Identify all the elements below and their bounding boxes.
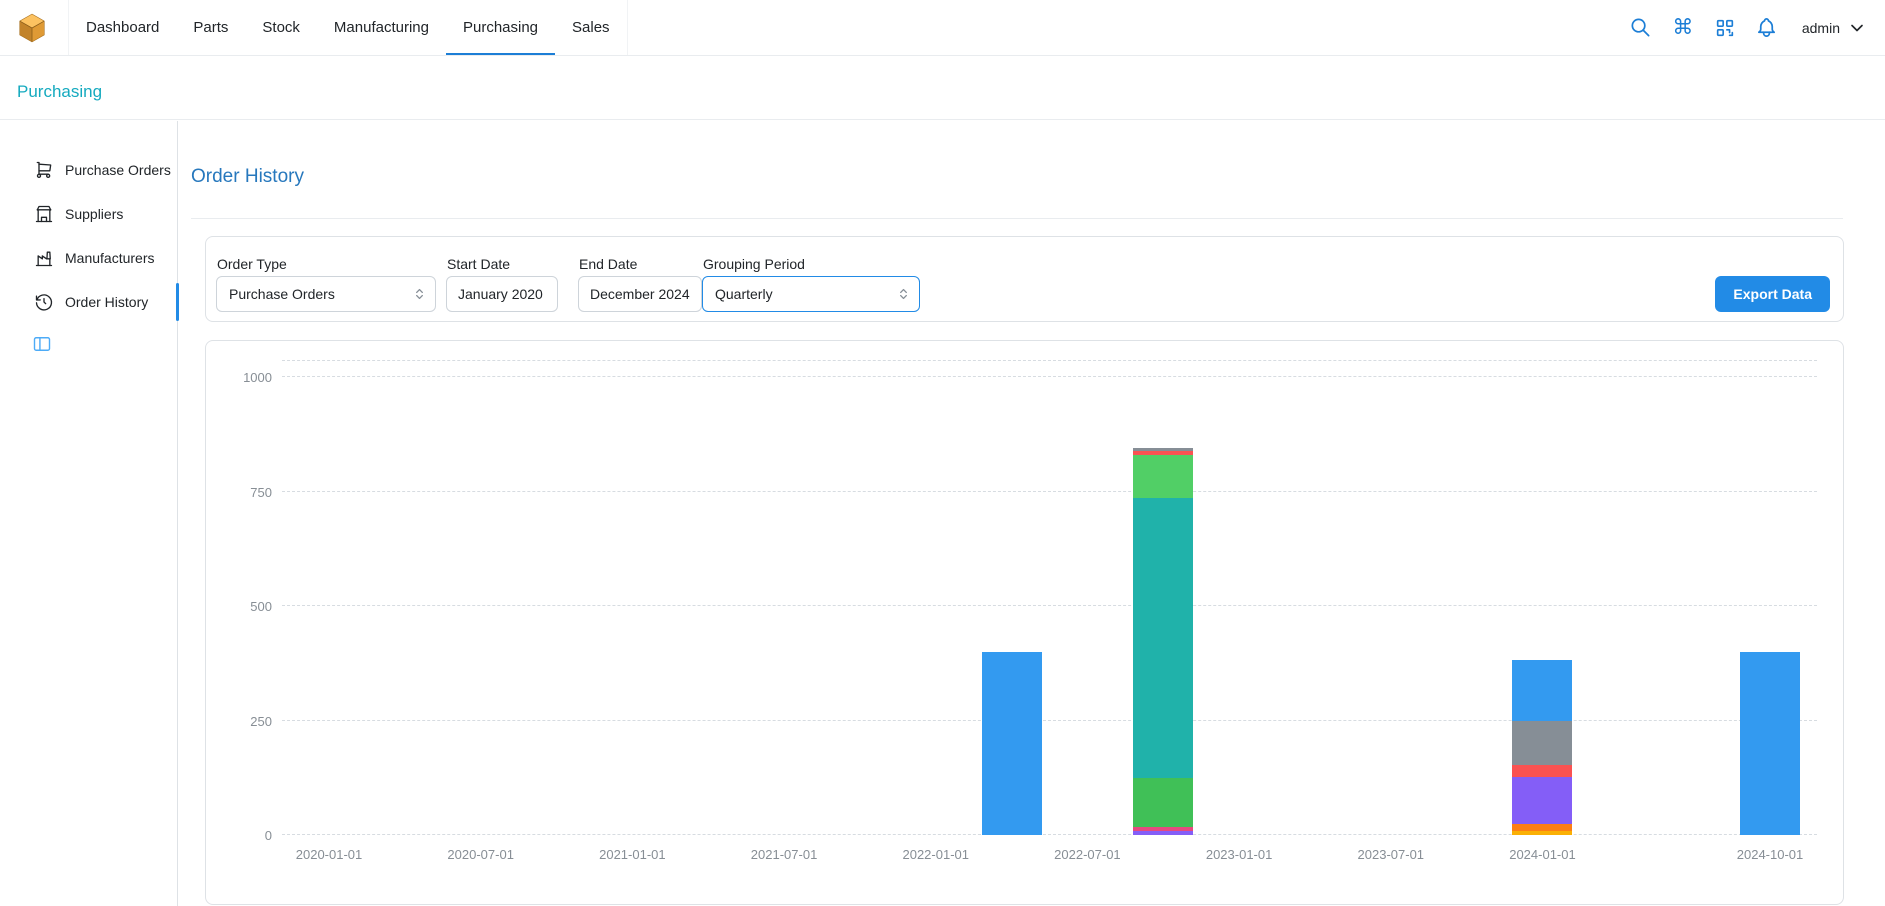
start-date-field [446,276,558,312]
x-axis-tick-label: 2021-01-01 [599,847,666,862]
building-factory-icon [34,248,54,268]
tab-stock[interactable]: Stock [245,0,317,55]
y-axis-tick-label: 1000 [212,370,272,385]
chart-bar-2024-10-01 [1740,652,1800,835]
y-axis-tick-label: 750 [212,485,272,500]
export-data-button[interactable]: Export Data [1715,276,1830,312]
start-date-label: Start Date [447,256,510,272]
purchasing-sidebar: Purchase Orders Suppliers Manufacturers … [0,121,178,906]
bar-segment [1740,652,1800,835]
title-divider [191,218,1843,219]
sidebar-collapse-icon[interactable] [32,334,52,354]
x-axis-tick-label: 2023-07-01 [1358,847,1425,862]
gridline [282,491,1817,492]
tab-purchasing[interactable]: Purchasing [446,0,555,55]
chart-plot: 025050075010002020-01-012020-07-012021-0… [282,361,1817,835]
tab-manufacturing[interactable]: Manufacturing [317,0,446,55]
command-icon[interactable]: ⌘ [1670,15,1696,41]
building-store-icon [34,204,54,224]
x-axis-tick-label: 2024-01-01 [1509,847,1576,862]
gridline [282,360,1817,361]
sidebar-item-label: Manufacturers [65,250,154,266]
sidebar-item-label: Order History [65,294,148,310]
grouping-period-label: Grouping Period [703,256,805,272]
breadcrumb: Purchasing [0,57,1885,120]
grouping-period-group: Grouping Period Quarterly [702,237,920,273]
command-glyph: ⌘ [1672,17,1693,38]
y-axis-tick-label: 500 [212,599,272,614]
x-axis-tick-label: 2022-07-01 [1054,847,1121,862]
chart-bar-2022-10-01 [1133,448,1193,835]
bar-segment [1512,831,1572,835]
x-axis-tick-label: 2021-07-01 [751,847,818,862]
x-axis-tick-label: 2024-10-01 [1737,847,1804,862]
y-axis-tick-label: 250 [212,714,272,729]
chevron-down-icon [1847,18,1867,38]
order-type-group: Order Type Purchase Orders [216,237,436,273]
tab-parts[interactable]: Parts [176,0,245,55]
username-label: admin [1802,20,1840,36]
bar-segment [982,652,1042,835]
bar-segment [1133,778,1193,827]
gridline [282,720,1817,721]
user-menu[interactable]: admin [1802,18,1867,38]
inventree-logo-icon[interactable] [16,12,48,44]
chart-bar-2022-04-01 [982,652,1042,835]
grouping-period-value: Quarterly [715,286,773,302]
search-icon[interactable] [1628,15,1654,41]
sidebar-item-purchase-orders[interactable]: Purchase Orders [0,148,177,192]
bar-segment [1512,777,1572,824]
breadcrumb-link-purchasing[interactable]: Purchasing [17,74,102,102]
x-axis-tick-label: 2022-01-01 [902,847,969,862]
sidebar-item-manufacturers[interactable]: Manufacturers [0,236,177,280]
gridline [282,834,1817,835]
end-date-field [578,276,702,312]
bar-segment [1512,765,1572,778]
x-axis-tick-label: 2023-01-01 [1206,847,1273,862]
bar-segment [1133,455,1193,499]
x-axis-tick-label: 2020-07-01 [447,847,514,862]
filter-card: Order Type Purchase Orders Start Date En… [205,236,1844,322]
bar-segment [1512,721,1572,765]
bar-segment [1512,660,1572,721]
gridline [282,376,1817,377]
x-axis-tick-label: 2020-01-01 [296,847,363,862]
shopping-cart-icon [34,160,54,180]
tab-dashboard[interactable]: Dashboard [69,0,176,55]
sidebar-item-label: Suppliers [65,206,123,222]
select-chevrons-icon [412,287,427,302]
order-type-select[interactable]: Purchase Orders [216,276,436,312]
end-date-input[interactable] [579,277,701,311]
order-history-chart-card: 0 250 500 750 1000 2020-01-01 2020-07-01 2021-0… [205,340,1844,905]
bar-segment [1133,831,1193,835]
navbar-actions: ⌘ admin [1628,15,1867,41]
history-icon [34,292,54,312]
end-date-label: End Date [579,256,637,272]
bar-segment [1133,498,1193,778]
start-date-input[interactable] [447,277,557,311]
chart-bar-2024-01-01 [1512,660,1572,835]
top-navbar: Dashboard Parts Stock Manufacturing Purc… [0,0,1885,56]
order-history-panel: Order History Order Type Purchase Orders… [179,121,1885,906]
tab-sales[interactable]: Sales [555,0,627,55]
main-nav-tabs: Dashboard Parts Stock Manufacturing Purc… [68,0,628,55]
page-title: Order History [191,166,304,188]
grouping-period-select[interactable]: Quarterly [702,276,920,312]
order-type-value: Purchase Orders [229,286,335,302]
qr-scan-icon[interactable] [1712,15,1738,41]
notifications-bell-icon[interactable] [1754,15,1780,41]
select-chevrons-icon [896,287,911,302]
y-axis-tick-label: 0 [212,828,272,843]
bar-segment [1512,824,1572,831]
sidebar-item-suppliers[interactable]: Suppliers [0,192,177,236]
gridline [282,605,1817,606]
order-type-label: Order Type [217,256,287,272]
sidebar-item-label: Purchase Orders [65,162,171,178]
sidebar-item-order-history[interactable]: Order History [0,280,177,324]
